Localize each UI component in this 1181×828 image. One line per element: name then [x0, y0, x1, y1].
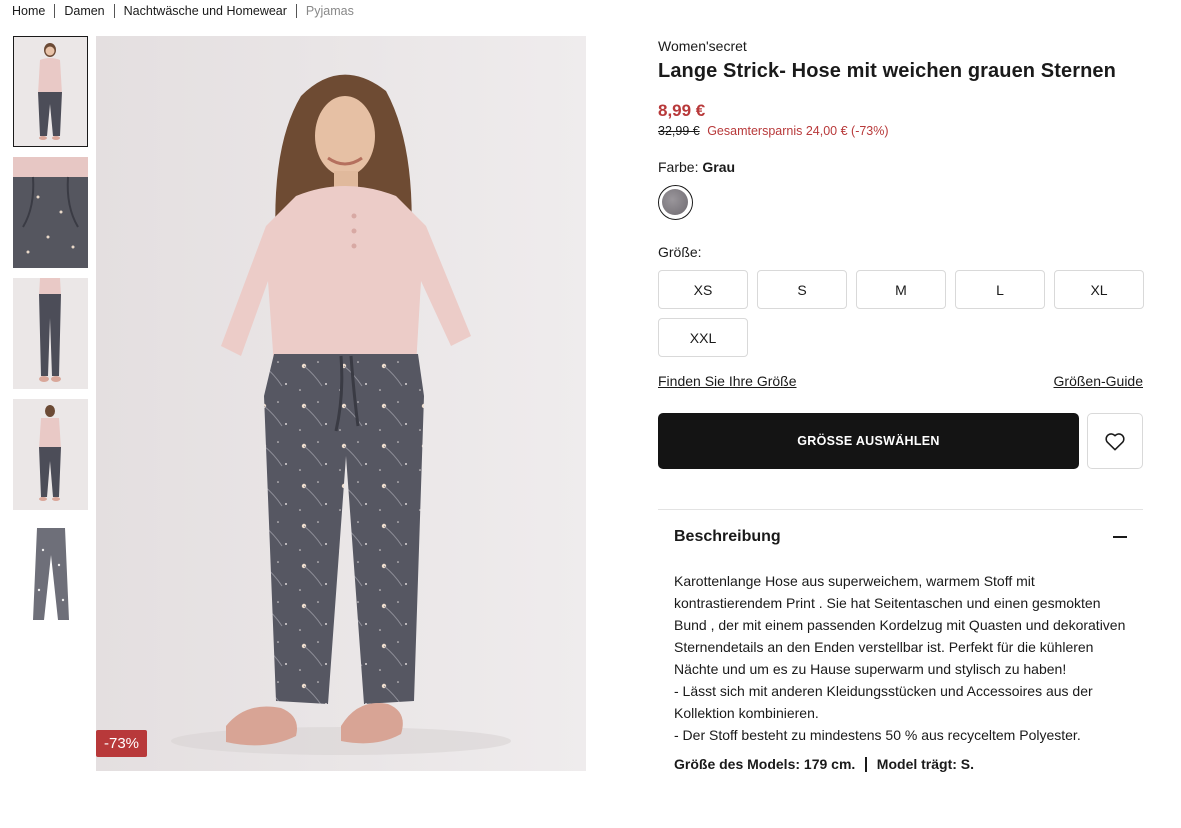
model-info-separator: [865, 756, 867, 772]
main-product-image[interactable]: [96, 36, 586, 771]
model-info: Größe des Models: 179 cm. Model trägt: S…: [658, 746, 1143, 772]
color-value: Grau: [702, 159, 736, 175]
old-price: 32,99 €: [658, 124, 700, 138]
breadcrumb-separator: [113, 4, 115, 18]
select-size-button[interactable]: GRÖSSE AUSWÄHLEN: [658, 413, 1079, 469]
savings-text: Gesamtersparnis 24,00 € (-73%): [707, 124, 889, 138]
current-price: 8,99 €: [658, 101, 706, 120]
breadcrumb-damen[interactable]: Damen: [64, 4, 104, 18]
size-guide-link[interactable]: Größen-Guide: [1054, 373, 1143, 389]
description-body: Karottenlange Hose aus superweichem, war…: [658, 546, 1143, 746]
color-swatch-fill: [662, 189, 688, 215]
thumbnail-model-back[interactable]: [13, 399, 88, 510]
color-swatch-grau[interactable]: [658, 185, 693, 220]
thumbnail-list: [13, 36, 88, 641]
find-your-size-link[interactable]: Finden Sie Ihre Größe: [658, 373, 797, 389]
breadcrumb: Home Damen Nachtwäsche und Homewear Pyja…: [12, 4, 354, 18]
discount-badge: -73%: [96, 730, 148, 757]
thumbnail-model-front[interactable]: [13, 36, 88, 147]
color-label: Farbe:: [658, 159, 699, 175]
description-bullet: - Der Stoff besteht zu mindestens 50 % a…: [674, 727, 1081, 743]
breadcrumb-home[interactable]: Home: [12, 4, 45, 18]
product-brand[interactable]: Women'secret: [658, 38, 1143, 54]
price-details: 32,99 € Gesamtersparnis 24,00 € (-73%): [658, 124, 1143, 138]
thumbnail-pocket-detail[interactable]: [13, 157, 88, 268]
size-button-xl[interactable]: XL: [1054, 270, 1144, 309]
description-accordion-header[interactable]: Beschreibung: [658, 510, 1143, 546]
size-button-xxl[interactable]: XXL: [658, 318, 748, 357]
thumbnail-model-side[interactable]: [13, 278, 88, 389]
description-title: Beschreibung: [674, 528, 781, 545]
cta-row: GRÖSSE AUSWÄHLEN: [658, 413, 1143, 469]
size-button-xs[interactable]: XS: [658, 270, 748, 309]
breadcrumb-separator: [295, 4, 297, 18]
color-row: Farbe: Grau: [658, 159, 1143, 175]
collapse-minus-icon[interactable]: [1113, 536, 1127, 538]
breadcrumb-current: Pyjamas: [305, 4, 354, 18]
size-button-s[interactable]: S: [757, 270, 847, 309]
breadcrumb-separator: [54, 4, 56, 18]
description-text: Karottenlange Hose aus superweichem, war…: [674, 573, 1126, 677]
product-title: Lange Strick- Hose mit weichen grauen St…: [658, 60, 1116, 82]
size-label: Größe:: [658, 244, 702, 260]
wishlist-button[interactable]: [1087, 413, 1143, 469]
thumbnail-product-flat[interactable]: [13, 520, 88, 631]
model-size: Model trägt: S.: [876, 756, 975, 772]
breadcrumb-nachtwaesche[interactable]: Nachtwäsche und Homewear: [124, 4, 287, 18]
size-links: Finden Sie Ihre Größe Größen-Guide: [658, 373, 1143, 389]
size-button-l[interactable]: L: [955, 270, 1045, 309]
description-bullet: - Lässt sich mit anderen Kleidungsstücke…: [674, 683, 1093, 721]
product-info: Women'secret Lange Strick- Hose mit weic…: [658, 36, 1144, 772]
size-button-m[interactable]: M: [856, 270, 946, 309]
heart-icon: [1105, 433, 1125, 451]
model-height: Größe des Models: 179 cm.: [674, 756, 856, 772]
size-selector: XS S M L XL XXL: [658, 270, 1144, 357]
